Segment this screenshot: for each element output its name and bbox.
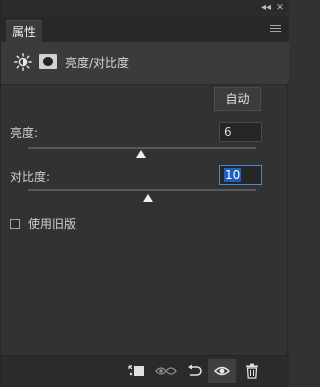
- use-legacy-checkbox[interactable]: [10, 219, 20, 229]
- bottom-toolbar: [1, 355, 289, 387]
- visibility-eye-icon: [214, 366, 230, 376]
- view-previous-state-icon: [155, 367, 177, 375]
- brightness-slider-thumb[interactable]: [136, 150, 146, 158]
- reset-button[interactable]: [180, 359, 208, 383]
- panel-title-bar: ◂◂ ✕: [1, 0, 289, 17]
- contrast-label: 对比度:: [10, 170, 51, 184]
- delete-button[interactable]: [238, 359, 266, 383]
- properties-panel: ◂◂ ✕ 属性 亮度/对比度 自动 亮度: 6 对比度: 10 使用旧版: [0, 0, 289, 387]
- clip-to-layer-button[interactable]: [122, 359, 150, 383]
- sun-icon: [14, 53, 32, 71]
- brightness-input[interactable]: 6: [219, 122, 262, 142]
- tab-properties[interactable]: 属性: [6, 20, 42, 43]
- brightness-slider-track[interactable]: [28, 147, 256, 149]
- panel-menu-icon[interactable]: [270, 25, 281, 34]
- collapse-panel-icon[interactable]: ◂◂: [260, 2, 272, 14]
- view-previous-state-button[interactable]: [152, 359, 180, 383]
- delete-trash-icon: [246, 363, 258, 379]
- contrast-input[interactable]: 10: [219, 165, 262, 185]
- contrast-slider-track[interactable]: [28, 189, 256, 191]
- tab-bar: 属性: [1, 17, 289, 43]
- layer-mask-icon[interactable]: [39, 54, 57, 69]
- contrast-slider-thumb[interactable]: [143, 194, 153, 202]
- auto-button[interactable]: 自动: [214, 87, 261, 111]
- close-panel-icon[interactable]: ✕: [275, 2, 285, 14]
- use-legacy-label: 使用旧版: [28, 217, 77, 231]
- adjustment-title: 亮度/对比度: [65, 56, 130, 70]
- reset-icon: [188, 364, 202, 376]
- contrast-value-selected: 10: [224, 168, 242, 182]
- clip-to-layer-icon: [128, 365, 144, 376]
- brightness-label: 亮度:: [10, 126, 39, 140]
- adjustment-header: 亮度/对比度: [1, 42, 289, 85]
- toggle-visibility-button[interactable]: [208, 359, 236, 383]
